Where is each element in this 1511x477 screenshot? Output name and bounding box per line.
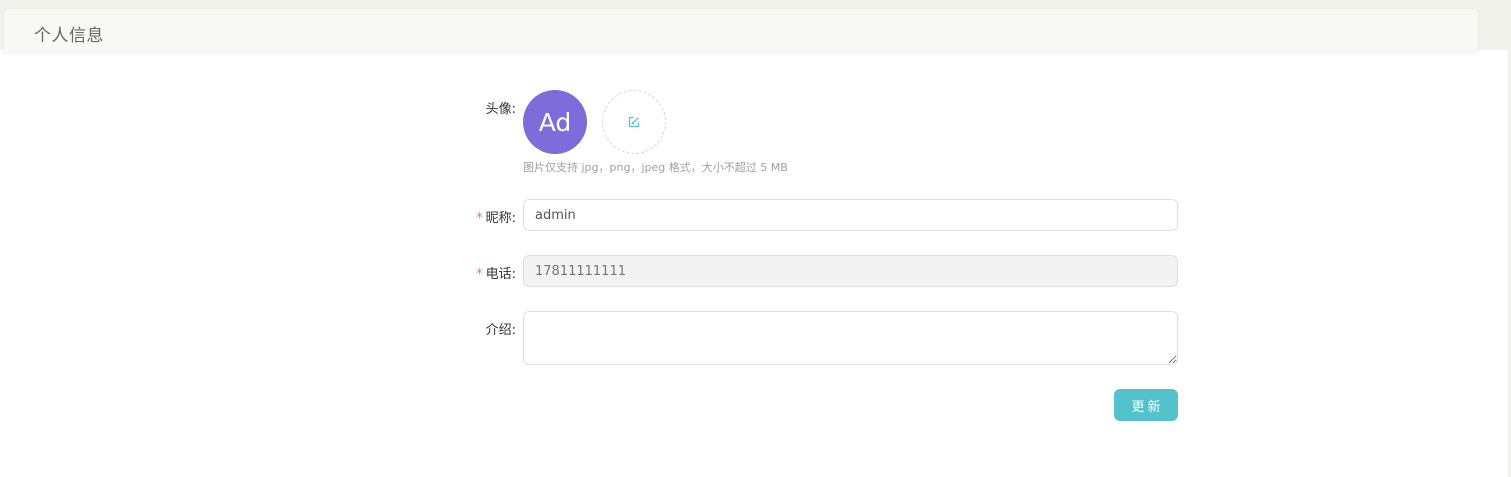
required-mark: * xyxy=(476,211,483,226)
avatar-label: 头像: xyxy=(436,98,516,117)
nickname-input[interactable] xyxy=(523,199,1178,231)
nickname-label-text: 昵称: xyxy=(485,211,516,226)
update-button[interactable]: 更新 xyxy=(1114,389,1178,421)
edit-icon xyxy=(628,116,640,128)
intro-label-text: 介绍: xyxy=(485,323,516,338)
avatar-label-text: 头像: xyxy=(485,102,516,117)
avatar: Ad xyxy=(523,90,587,154)
avatar-upload-button[interactable] xyxy=(602,90,666,154)
intro-textarea[interactable] xyxy=(523,311,1178,365)
avatar-initials: Ad xyxy=(538,107,572,137)
nickname-label: * 昵称: xyxy=(436,207,516,226)
phone-label-text: 电话: xyxy=(485,267,516,282)
avatar-upload-hint: 图片仅支持 jpg，png，jpeg 格式，大小不超过 5 MB xyxy=(523,161,788,174)
intro-label: 介绍: xyxy=(436,319,516,338)
profile-page: 个人信息 头像: Ad 图片仅支持 jpg，png，jpeg 格式，大小不超过 … xyxy=(0,0,1511,477)
phone-label: * 电话: xyxy=(436,263,516,282)
phone-input xyxy=(523,255,1178,287)
card-header: 个人信息 xyxy=(4,9,1478,53)
page-title: 个人信息 xyxy=(34,26,104,46)
required-mark: * xyxy=(476,267,483,282)
